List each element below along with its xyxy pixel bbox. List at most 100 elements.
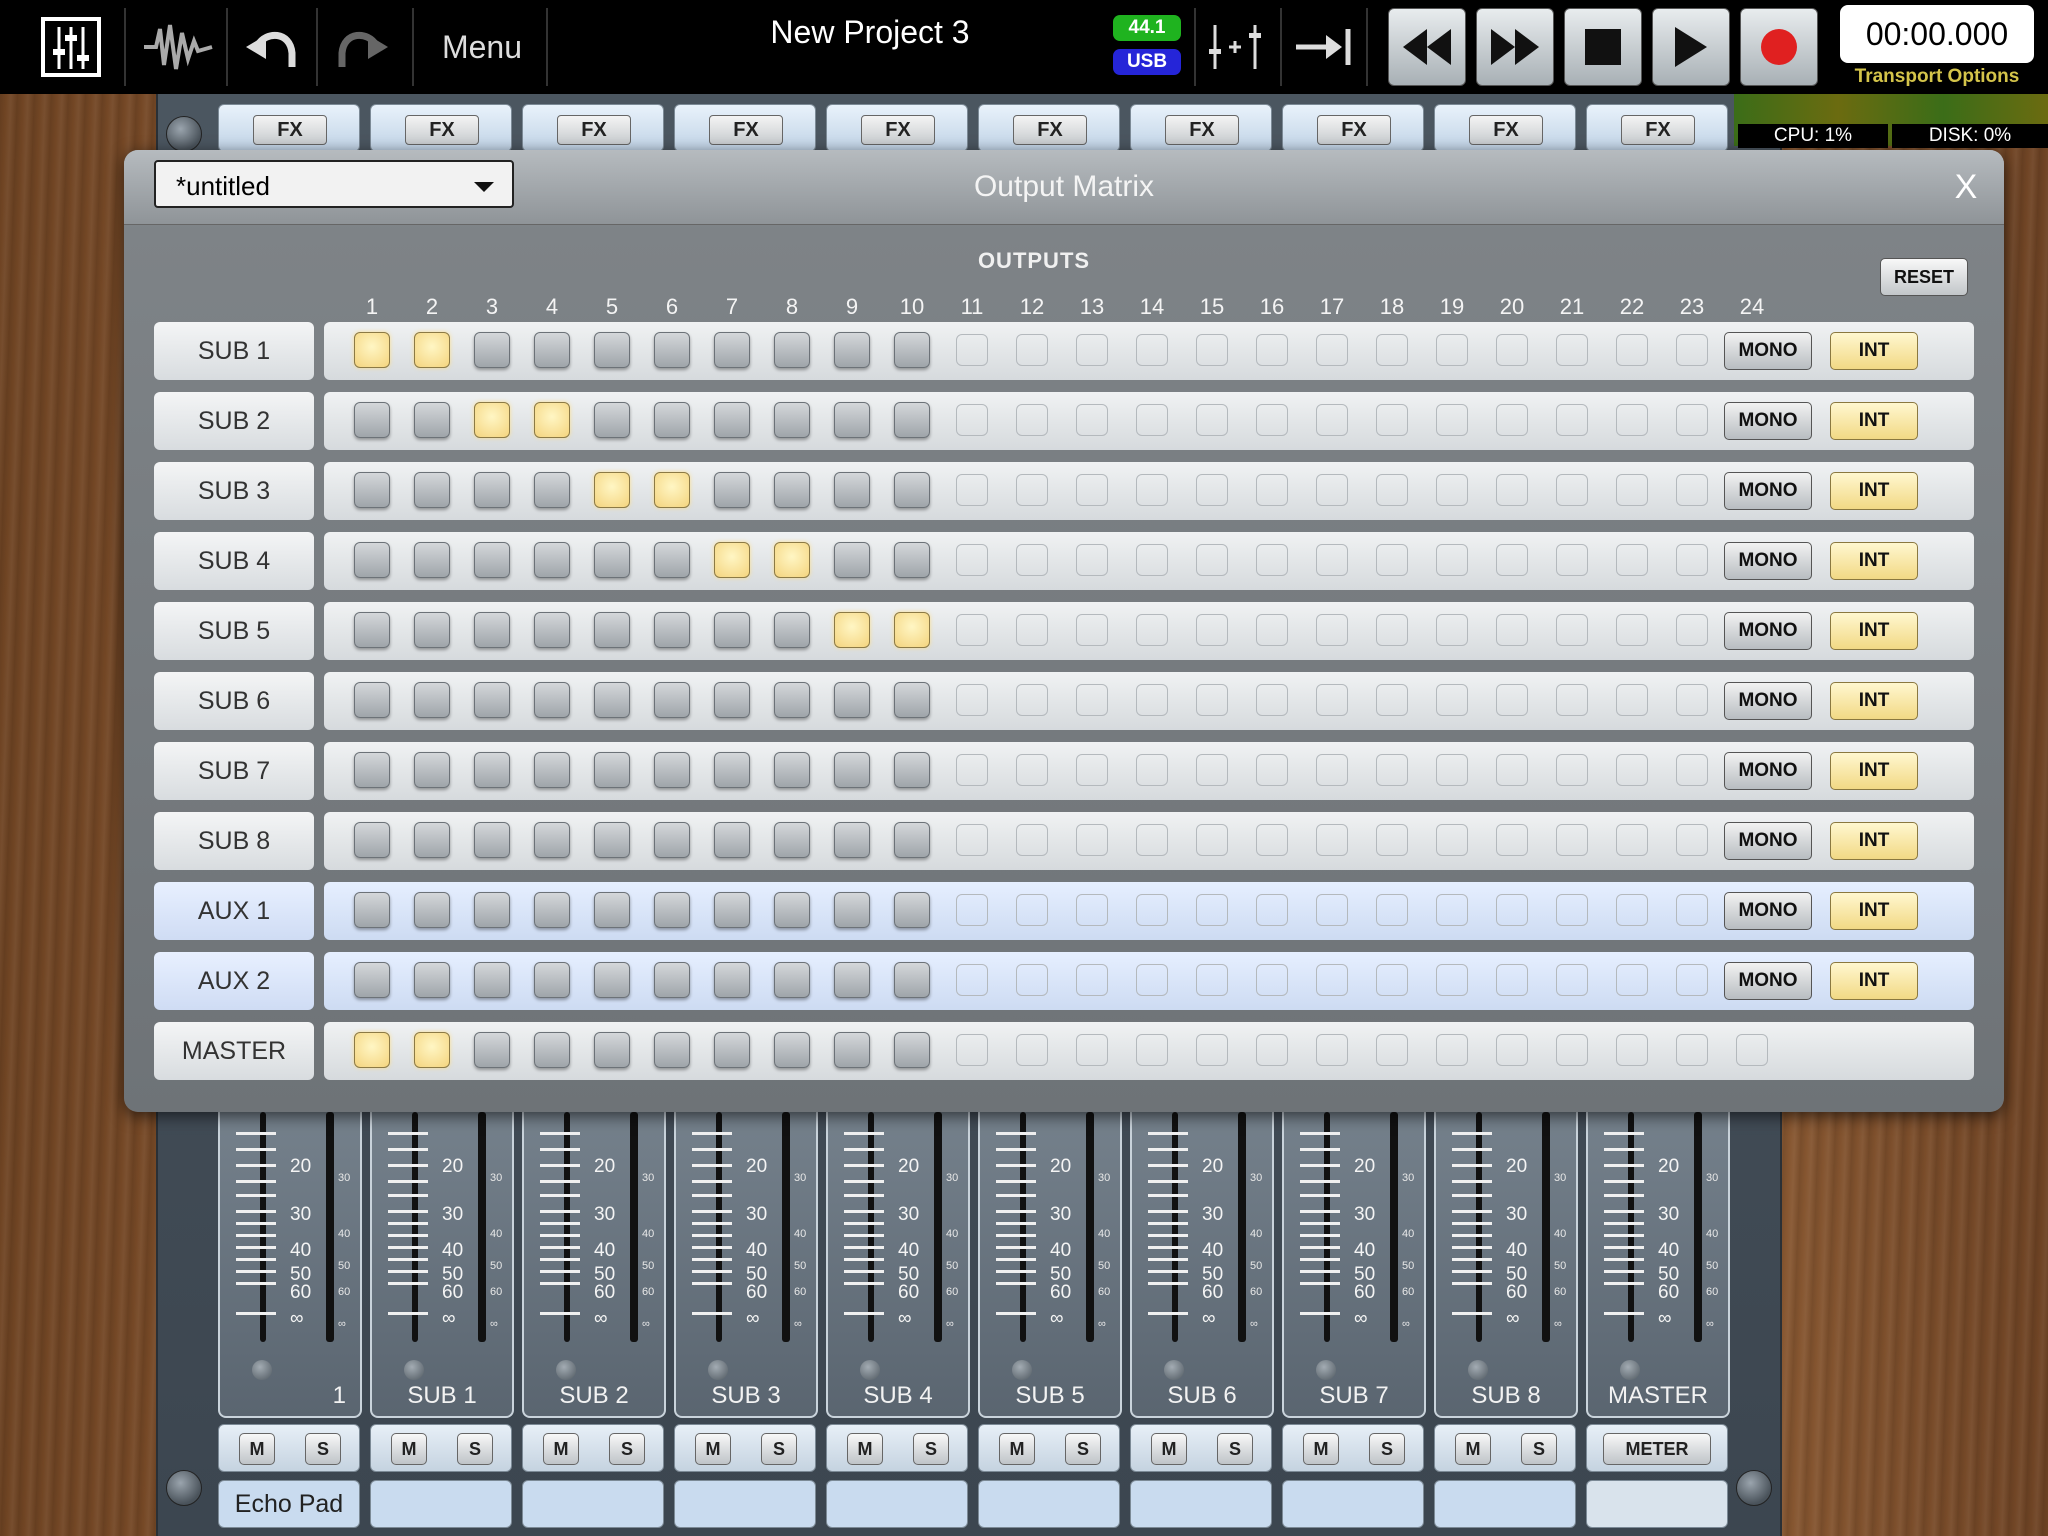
routing-toggle[interactable] xyxy=(714,612,750,648)
routing-toggle[interactable] xyxy=(534,682,570,718)
routing-toggle[interactable] xyxy=(414,332,450,368)
routing-toggle[interactable] xyxy=(1556,894,1588,926)
track-name-field[interactable] xyxy=(522,1480,664,1528)
routing-toggle[interactable] xyxy=(834,472,870,508)
routing-toggle[interactable] xyxy=(594,542,630,578)
routing-toggle[interactable] xyxy=(1736,1034,1768,1066)
routing-toggle[interactable] xyxy=(474,822,510,858)
routing-toggle[interactable] xyxy=(774,1032,810,1068)
transport-options-button[interactable]: Transport Options xyxy=(1840,66,2034,88)
routing-toggle[interactable] xyxy=(1196,1034,1228,1066)
routing-toggle[interactable] xyxy=(1016,1034,1048,1066)
stop-button[interactable] xyxy=(1564,8,1642,86)
pan-knob[interactable] xyxy=(1620,1360,1640,1380)
routing-toggle[interactable] xyxy=(1316,754,1348,786)
routing-toggle[interactable] xyxy=(1256,964,1288,996)
volume-fader[interactable] xyxy=(1324,1112,1330,1342)
go-to-end-button[interactable] xyxy=(1286,0,1362,94)
mute-button[interactable]: M xyxy=(695,1433,731,1465)
fx-button[interactable]: FX xyxy=(1165,115,1239,145)
routing-toggle[interactable] xyxy=(1556,404,1588,436)
routing-toggle[interactable] xyxy=(834,822,870,858)
routing-toggle[interactable] xyxy=(956,964,988,996)
pan-knob[interactable] xyxy=(404,1360,424,1380)
routing-toggle[interactable] xyxy=(1196,334,1228,366)
fx-button[interactable]: FX xyxy=(253,115,327,145)
routing-toggle[interactable] xyxy=(1076,404,1108,436)
volume-fader[interactable] xyxy=(1020,1112,1026,1342)
routing-toggle[interactable] xyxy=(1616,614,1648,646)
fast-forward-button[interactable] xyxy=(1476,8,1554,86)
volume-fader[interactable] xyxy=(868,1112,874,1342)
routing-toggle[interactable] xyxy=(594,752,630,788)
routing-toggle[interactable] xyxy=(354,682,390,718)
routing-toggle[interactable] xyxy=(1076,334,1108,366)
routing-toggle[interactable] xyxy=(474,332,510,368)
routing-toggle[interactable] xyxy=(1016,824,1048,856)
routing-toggle[interactable] xyxy=(774,892,810,928)
routing-toggle[interactable] xyxy=(414,1032,450,1068)
rewind-button[interactable] xyxy=(1388,8,1466,86)
routing-toggle[interactable] xyxy=(594,962,630,998)
routing-toggle[interactable] xyxy=(1076,544,1108,576)
fx-button[interactable]: FX xyxy=(1013,115,1087,145)
routing-toggle[interactable] xyxy=(714,962,750,998)
routing-toggle[interactable] xyxy=(414,612,450,648)
mono-button[interactable]: MONO xyxy=(1724,752,1812,790)
mute-button[interactable]: M xyxy=(1455,1433,1491,1465)
routing-toggle[interactable] xyxy=(534,962,570,998)
pan-knob[interactable] xyxy=(252,1360,272,1380)
routing-toggle[interactable] xyxy=(1256,614,1288,646)
routing-toggle[interactable] xyxy=(1136,894,1168,926)
mono-button[interactable]: MONO xyxy=(1724,962,1812,1000)
routing-toggle[interactable] xyxy=(1316,614,1348,646)
mono-button[interactable]: MONO xyxy=(1724,332,1812,370)
routing-toggle[interactable] xyxy=(956,404,988,436)
routing-toggle[interactable] xyxy=(714,542,750,578)
routing-toggle[interactable] xyxy=(534,892,570,928)
routing-toggle[interactable] xyxy=(354,472,390,508)
routing-toggle[interactable] xyxy=(1196,404,1228,436)
routing-toggle[interactable] xyxy=(534,472,570,508)
routing-toggle[interactable] xyxy=(1616,544,1648,576)
routing-toggle[interactable] xyxy=(714,752,750,788)
routing-toggle[interactable] xyxy=(354,612,390,648)
routing-toggle[interactable] xyxy=(1316,334,1348,366)
routing-toggle[interactable] xyxy=(1496,544,1528,576)
routing-toggle[interactable] xyxy=(474,682,510,718)
mono-button[interactable]: MONO xyxy=(1724,822,1812,860)
routing-toggle[interactable] xyxy=(1676,614,1708,646)
fx-button[interactable]: FX xyxy=(1317,115,1391,145)
solo-button[interactable]: S xyxy=(1521,1433,1557,1465)
routing-toggle[interactable] xyxy=(894,752,930,788)
routing-toggle[interactable] xyxy=(414,892,450,928)
mixer-view-button[interactable] xyxy=(28,0,114,94)
routing-toggle[interactable] xyxy=(1496,404,1528,436)
routing-toggle[interactable] xyxy=(654,822,690,858)
routing-toggle[interactable] xyxy=(594,472,630,508)
routing-toggle[interactable] xyxy=(1616,1034,1648,1066)
volume-fader[interactable] xyxy=(412,1112,418,1342)
routing-toggle[interactable] xyxy=(1016,894,1048,926)
routing-toggle[interactable] xyxy=(1376,1034,1408,1066)
routing-toggle[interactable] xyxy=(1376,474,1408,506)
solo-button[interactable]: S xyxy=(457,1433,493,1465)
routing-toggle[interactable] xyxy=(1016,614,1048,646)
mono-button[interactable]: MONO xyxy=(1724,402,1812,440)
mute-button[interactable]: M xyxy=(847,1433,883,1465)
mute-button[interactable]: M xyxy=(543,1433,579,1465)
routing-toggle[interactable] xyxy=(1076,824,1108,856)
routing-toggle[interactable] xyxy=(1016,544,1048,576)
routing-toggle[interactable] xyxy=(774,612,810,648)
routing-toggle[interactable] xyxy=(1256,684,1288,716)
track-name-field[interactable] xyxy=(674,1480,816,1528)
routing-toggle[interactable] xyxy=(594,892,630,928)
fx-button[interactable]: FX xyxy=(1469,115,1543,145)
routing-toggle[interactable] xyxy=(354,752,390,788)
routing-toggle[interactable] xyxy=(894,822,930,858)
routing-toggle[interactable] xyxy=(1676,964,1708,996)
routing-toggle[interactable] xyxy=(714,892,750,928)
pan-knob[interactable] xyxy=(708,1360,728,1380)
routing-toggle[interactable] xyxy=(1136,614,1168,646)
routing-toggle[interactable] xyxy=(1256,544,1288,576)
